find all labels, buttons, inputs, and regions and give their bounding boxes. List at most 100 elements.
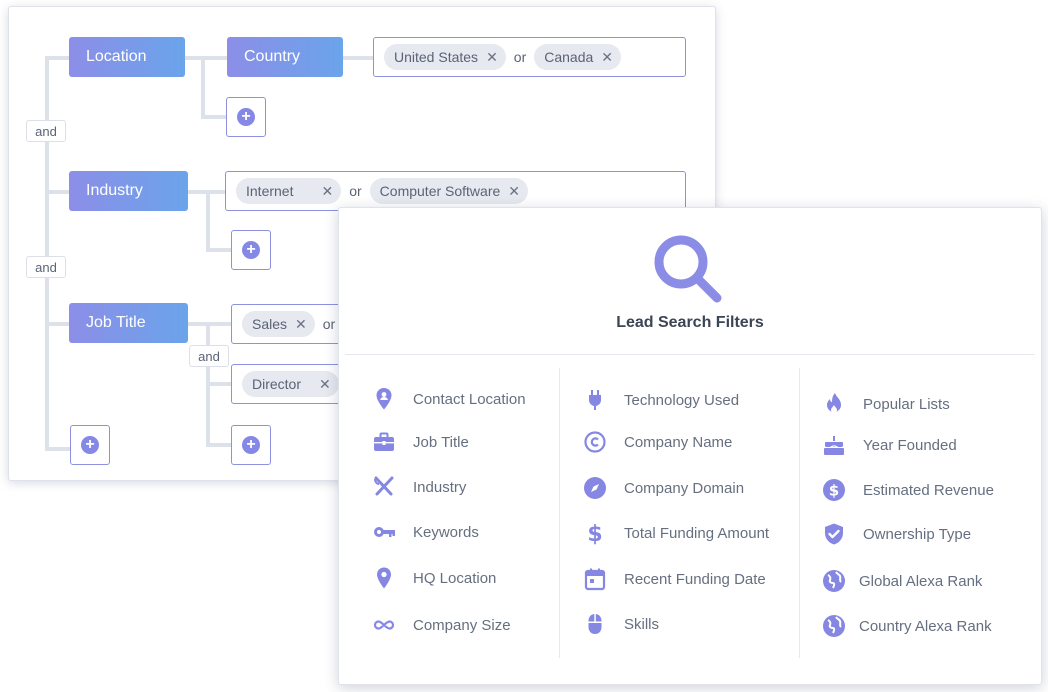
add-condition-button[interactable]: + — [226, 97, 266, 137]
filter-hq-location[interactable]: HQ Location — [371, 565, 496, 591]
tree-line — [45, 447, 70, 451]
filter-label: Technology Used — [624, 391, 740, 409]
filter-label: Keywords — [413, 523, 479, 541]
filter-ownership-type[interactable]: Ownership Type — [821, 521, 971, 547]
remove-chip-icon[interactable]: ✕ — [321, 183, 333, 200]
chip-label: Sales — [252, 316, 288, 332]
remove-chip-icon[interactable]: ✕ — [319, 376, 331, 393]
filter-estimated-revenue[interactable]: $ Estimated Revenue — [821, 477, 994, 503]
field-job-title-button[interactable]: Job Title — [69, 303, 188, 343]
plus-icon: + — [242, 436, 260, 454]
tree-line-main — [45, 57, 49, 451]
filter-company-name[interactable]: Company Name — [582, 429, 732, 455]
filter-label: Industry — [413, 478, 467, 496]
utensils-icon — [371, 474, 397, 500]
map-pin-icon — [371, 565, 397, 591]
or-joiner: or — [349, 183, 362, 199]
tree-line — [206, 443, 232, 447]
field-location-button[interactable]: Location — [69, 37, 185, 77]
chip-label: Director — [252, 376, 302, 392]
filter-company-domain[interactable]: Company Domain — [582, 475, 744, 501]
plus-icon: + — [237, 108, 255, 126]
filter-popular-lists[interactable]: Popular Lists — [821, 391, 950, 417]
filter-country-alexa-rank[interactable]: Country Alexa Rank — [821, 613, 992, 639]
search-icon — [654, 235, 722, 303]
filter-total-funding-amount[interactable]: $ Total Funding Amount — [582, 520, 769, 546]
svg-text:$: $ — [829, 482, 839, 500]
value-chip: Sales ✕ — [242, 311, 315, 337]
field-industry-button[interactable]: Industry — [69, 171, 188, 211]
filter-year-founded[interactable]: Year Founded — [821, 432, 957, 458]
chip-label: Internet — [246, 183, 294, 199]
plus-icon: + — [242, 241, 260, 259]
industry-values-box[interactable]: Internet ✕ or Computer Software ✕ — [225, 171, 686, 211]
filter-skills[interactable]: Skills — [582, 611, 659, 637]
tree-line — [188, 322, 232, 326]
briefcase-icon — [371, 429, 397, 455]
tree-line — [206, 191, 210, 252]
flame-icon — [821, 391, 847, 417]
filter-company-size[interactable]: Company Size — [371, 612, 511, 638]
tree-line — [45, 190, 70, 194]
cake-icon — [821, 432, 847, 458]
tree-line — [45, 56, 70, 60]
filter-label: Company Size — [413, 616, 511, 634]
filter-label: Total Funding Amount — [624, 524, 770, 542]
chip-label: United States — [394, 49, 479, 65]
chip-label: Computer Software — [379, 183, 501, 199]
dollar-icon: $ — [582, 520, 608, 546]
add-filter-button[interactable]: + — [70, 425, 110, 465]
divider — [345, 354, 1035, 355]
tree-line — [206, 248, 232, 252]
svg-text:$: $ — [587, 522, 602, 545]
filter-label: Country Alexa Rank — [859, 617, 992, 635]
filter-keywords[interactable]: Keywords — [371, 519, 479, 545]
value-chip: United States ✕ — [384, 44, 506, 70]
filter-label: Popular Lists — [863, 395, 950, 413]
dollar-circle-icon: $ — [821, 477, 847, 503]
or-joiner: or — [322, 316, 336, 332]
filter-label: Estimated Revenue — [863, 481, 994, 499]
remove-chip-icon[interactable]: ✕ — [601, 49, 613, 66]
panel-title: Lead Search Filters — [616, 314, 764, 331]
filter-label: Skills — [624, 615, 660, 633]
and-connector[interactable]: and — [189, 345, 229, 367]
filter-label: Year Founded — [863, 436, 957, 454]
subfield-country-button[interactable]: Country — [227, 37, 343, 77]
key-icon — [371, 519, 397, 545]
chip-label: Canada — [544, 49, 594, 65]
infinity-icon — [371, 612, 397, 638]
column-divider — [799, 368, 800, 658]
globe-icon — [821, 568, 847, 594]
mouse-icon — [582, 611, 608, 637]
person-pin-icon — [371, 386, 397, 412]
remove-chip-icon[interactable]: ✕ — [295, 316, 307, 333]
add-condition-button[interactable]: + — [231, 425, 271, 465]
plus-icon: + — [81, 436, 99, 454]
tree-line — [201, 115, 227, 119]
copyright-icon — [582, 429, 608, 455]
and-connector[interactable]: and — [26, 256, 66, 278]
tree-line — [206, 382, 232, 386]
globe-icon — [821, 613, 847, 639]
filter-technology-used[interactable]: Technology Used — [582, 387, 739, 413]
filter-global-alexa-rank[interactable]: Global Alexa Rank — [821, 568, 982, 594]
value-chip: Director ✕ — [242, 371, 339, 397]
tree-line — [45, 322, 70, 326]
and-connector[interactable]: and — [26, 120, 66, 142]
filter-job-title[interactable]: Job Title — [371, 429, 469, 455]
country-values-box[interactable]: United States ✕ or Canada ✕ — [373, 37, 686, 77]
or-joiner: or — [513, 49, 527, 65]
filter-label: HQ Location — [413, 569, 497, 587]
remove-chip-icon[interactable]: ✕ — [508, 183, 520, 200]
filter-label: Company Name — [624, 433, 733, 451]
filter-recent-funding-date[interactable]: Recent Funding Date — [582, 566, 766, 592]
remove-chip-icon[interactable]: ✕ — [486, 49, 498, 66]
compass-icon — [582, 475, 608, 501]
filter-contact-location[interactable]: Contact Location — [371, 386, 526, 412]
tree-line — [343, 56, 373, 60]
filter-industry[interactable]: Industry — [371, 474, 466, 500]
add-condition-button[interactable]: + — [231, 230, 271, 270]
plug-icon — [582, 387, 608, 413]
lead-search-filters-panel: Lead Search Filters Contact Location Job… — [338, 207, 1042, 685]
